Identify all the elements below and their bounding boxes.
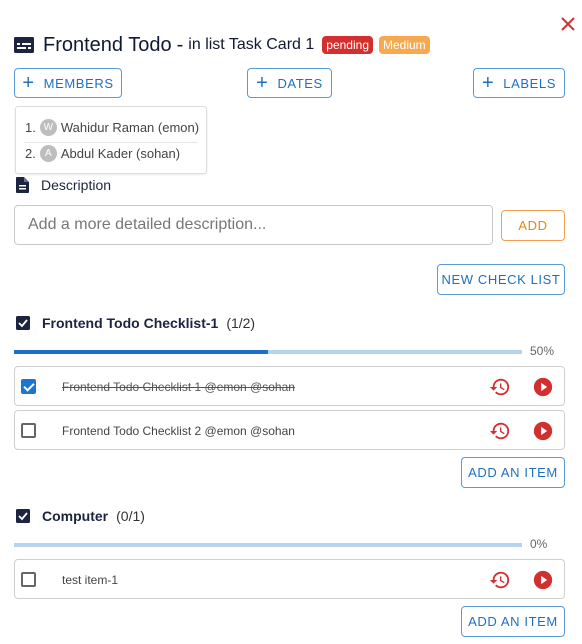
title-separator: - — [176, 33, 184, 56]
add-description-button[interactable]: ADD — [501, 210, 565, 241]
history-icon[interactable] — [489, 420, 511, 442]
item-text: Frontend Todo Checklist 1 @emon @sohan — [62, 380, 295, 394]
checklist-progress-bar — [14, 543, 522, 547]
priority-badge: Medium — [379, 36, 430, 54]
description-heading: Description — [16, 177, 111, 193]
dates-button[interactable]: + DATES — [247, 68, 332, 98]
item-checkbox[interactable] — [21, 572, 36, 587]
checklist-item: test item-1 — [14, 559, 565, 599]
item-text: test item-1 — [62, 573, 119, 587]
members-button[interactable]: + MEMBERS — [14, 68, 122, 98]
progress-percent: 0% — [530, 537, 548, 551]
avatar: W — [39, 119, 57, 136]
member-number: 2. — [25, 146, 36, 161]
checkbox-icon — [16, 509, 30, 523]
members-list: 1. W Wahidur Raman (emon) 2. A Abdul Kad… — [15, 106, 207, 174]
play-icon[interactable] — [532, 420, 554, 442]
member-item: 2. A Abdul Kader (sohan) — [25, 145, 180, 162]
checklist-count: (0/1) — [116, 508, 145, 524]
checkbox-icon — [16, 316, 30, 330]
member-item: 1. W Wahidur Raman (emon) — [25, 119, 199, 136]
add-item-button[interactable]: ADD AN ITEM — [461, 606, 565, 637]
checklist-count: (1/2) — [226, 315, 256, 331]
item-checkbox[interactable] — [21, 423, 36, 438]
checklist-title: Frontend Todo Checklist-1 — [42, 315, 219, 331]
close-icon[interactable] — [558, 14, 578, 34]
checklist-header: Computer (0/1) — [16, 508, 145, 524]
dates-button-label: DATES — [277, 75, 323, 91]
progress-fill — [14, 350, 268, 354]
checklist-title: Computer — [42, 508, 109, 524]
history-icon[interactable] — [489, 376, 511, 398]
description-icon — [16, 177, 29, 193]
history-icon[interactable] — [489, 569, 511, 591]
checklist-progress-bar — [14, 350, 522, 354]
item-text: Frontend Todo Checklist 2 @emon @sohan — [62, 424, 295, 438]
progress-percent: 50% — [530, 344, 555, 358]
card-title: Frontend Todo — [43, 33, 172, 56]
divider — [24, 142, 198, 143]
new-checklist-button[interactable]: NEW CHECK LIST — [437, 264, 565, 295]
checklist-item: Frontend Todo Checklist 2 @emon @sohan — [14, 410, 565, 450]
avatar: A — [39, 145, 57, 162]
play-icon[interactable] — [532, 569, 554, 591]
member-name: Wahidur Raman (emon) — [60, 120, 200, 135]
list-name: in list Task Card 1 — [188, 36, 315, 53]
item-checkbox[interactable] — [21, 379, 36, 394]
description-label: Description — [41, 177, 112, 193]
member-number: 1. — [25, 120, 36, 135]
labels-button-label: LABELS — [503, 75, 557, 91]
members-button-label: MEMBERS — [43, 75, 114, 91]
add-item-button[interactable]: ADD AN ITEM — [461, 457, 565, 488]
card-icon — [14, 37, 34, 53]
labels-button[interactable]: + LABELS — [473, 68, 565, 98]
card-title-row: Frontend Todo - in list Task Card 1 pend… — [14, 33, 430, 57]
checklist-item: Frontend Todo Checklist 1 @emon @sohan — [14, 366, 565, 406]
plus-icon: + — [22, 72, 35, 94]
description-input[interactable] — [14, 205, 493, 245]
play-icon[interactable] — [532, 376, 554, 398]
plus-icon: + — [481, 72, 495, 94]
plus-icon: + — [256, 72, 269, 94]
checklist-header: Frontend Todo Checklist-1 (1/2) — [16, 315, 255, 331]
status-badge: pending — [322, 36, 373, 54]
member-name: Abdul Kader (sohan) — [60, 146, 181, 161]
